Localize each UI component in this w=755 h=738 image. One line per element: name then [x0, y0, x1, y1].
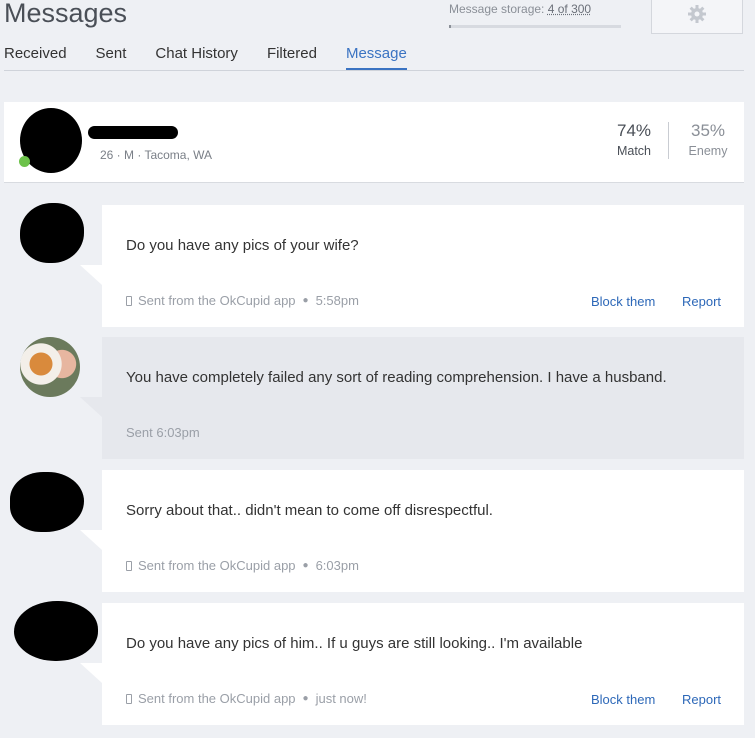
tab-filtered[interactable]: Filtered: [267, 43, 317, 70]
message-bubble: Sorry about that.. didn't mean to come o…: [80, 470, 744, 592]
tab-chat-history[interactable]: Chat History: [155, 43, 238, 70]
bubble-tail: [80, 397, 102, 417]
match-label: Match: [616, 144, 652, 158]
message-bubble: Do you have any pics of your wife? Sent …: [80, 205, 744, 327]
sender-avatar[interactable]: [14, 601, 98, 661]
block-them-link[interactable]: Block them: [591, 294, 655, 309]
message-text: Sorry about that.. didn't mean to come o…: [126, 502, 493, 519]
block-them-link[interactable]: Block them: [591, 692, 655, 707]
storage-label: Message storage:: [449, 2, 545, 16]
message-bubble: Do you have any pics of him.. If u guys …: [80, 603, 744, 725]
message-storage: Message storage: 4 of 300: [449, 2, 621, 28]
sender-avatar[interactable]: [10, 472, 84, 532]
storage-count[interactable]: 4 of 300: [548, 2, 591, 16]
message-text: Do you have any pics of your wife?: [126, 237, 359, 254]
enemy-percentage: 35% Enemy: [682, 121, 734, 158]
tab-sent[interactable]: Sent: [96, 43, 127, 70]
message-meta: Sent from the OkCupid app ● 5:58pm: [126, 293, 359, 308]
message-time: just now!: [315, 691, 367, 706]
message-meta: Sent from the OkCupid app ● 6:03pm: [126, 558, 359, 573]
tab-message[interactable]: Message: [345, 43, 407, 70]
enemy-value: 35%: [690, 121, 726, 140]
match-value: 74%: [616, 121, 652, 140]
message-text: You have completely failed any sort of r…: [126, 369, 667, 386]
message-sent-time: Sent 6:03pm: [126, 425, 200, 440]
message-bubble: You have completely failed any sort of r…: [80, 337, 744, 459]
message-time: 6:03pm: [315, 558, 359, 573]
percent-divider: [668, 122, 669, 159]
message-time: 5:58pm: [315, 293, 359, 308]
report-link[interactable]: Report: [682, 692, 721, 707]
message-source: Sent from the OkCupid app: [138, 691, 296, 706]
phone-icon: [126, 560, 132, 571]
phone-icon: [126, 295, 132, 306]
profile-card: 26 · M · Tacoma, WA 74% Match 35% Enemy: [4, 102, 744, 183]
online-status-indicator: [19, 156, 30, 167]
profile-name-redacted[interactable]: [88, 126, 178, 139]
message-source: Sent from the OkCupid app: [138, 558, 296, 573]
enemy-label: Enemy: [688, 144, 728, 158]
profile-details: 26 · M · Tacoma, WA: [100, 148, 213, 162]
match-percentage: 74% Match: [608, 121, 660, 158]
storage-progress-fill: [449, 25, 452, 28]
gear-icon: [687, 4, 707, 29]
message-tabs: Received Sent Chat History Filtered Mess…: [4, 43, 744, 71]
sender-avatar[interactable]: [20, 203, 84, 263]
phone-icon: [126, 693, 132, 704]
settings-button[interactable]: [651, 0, 743, 34]
message-source: Sent from the OkCupid app: [138, 293, 296, 308]
message-text: Do you have any pics of him.. If u guys …: [126, 635, 583, 652]
bubble-tail: [80, 663, 102, 683]
my-avatar[interactable]: [20, 337, 80, 397]
bubble-tail: [80, 265, 102, 285]
report-link[interactable]: Report: [682, 294, 721, 309]
page-title: Messages: [4, 0, 128, 28]
message-meta: Sent from the OkCupid app ● just now!: [126, 691, 367, 706]
storage-progress-bar: [449, 25, 621, 28]
bubble-tail: [80, 530, 102, 550]
tab-received[interactable]: Received: [4, 43, 67, 70]
